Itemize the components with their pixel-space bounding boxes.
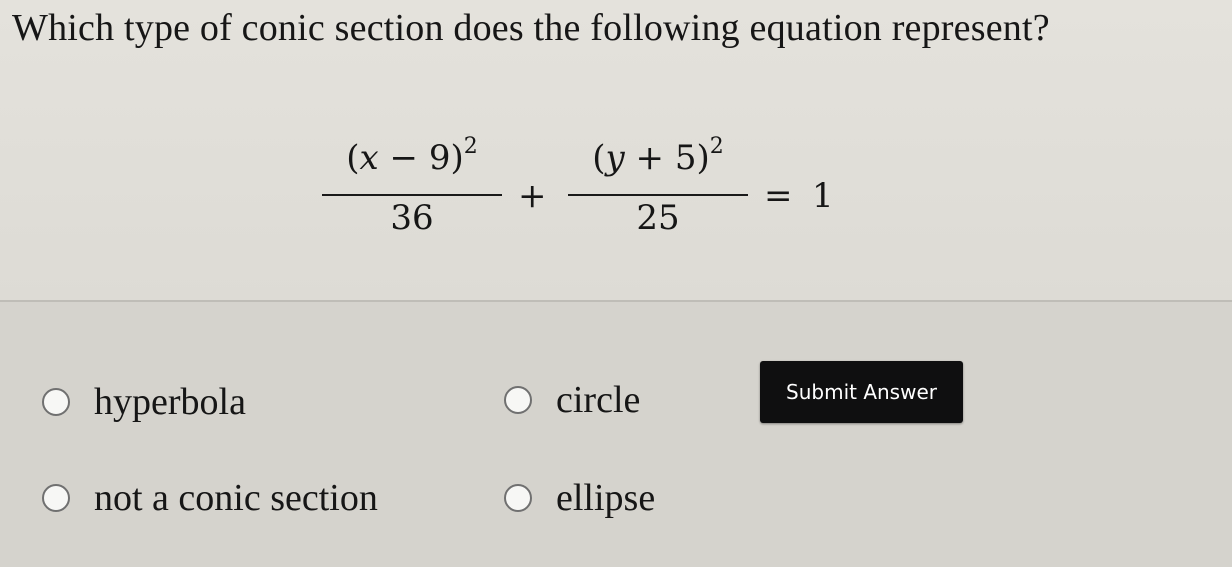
- fraction-x: (x − 9)2 36: [322, 134, 502, 250]
- var-x: x: [359, 138, 379, 178]
- fraction-y: (y + 5)2 25: [568, 134, 748, 250]
- question-panel: Which type of conic section does the fol…: [0, 0, 1232, 300]
- radio-circle[interactable]: [504, 386, 532, 414]
- fraction-y-numerator: (y + 5)2: [592, 134, 724, 179]
- radio-ellipse[interactable]: [504, 484, 532, 512]
- const-9: 9: [428, 138, 451, 178]
- radio-not-conic[interactable]: [42, 484, 70, 512]
- option-hyperbola[interactable]: hyperbola: [42, 380, 246, 424]
- option-ellipse[interactable]: ellipse: [504, 476, 655, 520]
- var-y: y: [605, 138, 625, 178]
- fraction-bar-x: [322, 194, 502, 196]
- question-text: Which type of conic section does the fol…: [12, 7, 1050, 49]
- option-not-conic[interactable]: not a conic section: [42, 476, 378, 520]
- fraction-x-denominator: 36: [390, 198, 434, 238]
- answers-panel: hyperbola circle not a conic section ell…: [0, 300, 1232, 567]
- option-label: circle: [556, 379, 641, 421]
- fraction-x-numerator: (x − 9)2: [346, 134, 478, 179]
- const-5: 5: [674, 138, 697, 178]
- exponent-y: 2: [709, 134, 724, 159]
- radio-hyperbola[interactable]: [42, 388, 70, 416]
- option-label: not a conic section: [94, 477, 378, 519]
- fraction-y-denominator: 25: [636, 198, 680, 238]
- submit-answer-button[interactable]: Submit Answer: [760, 361, 963, 423]
- plus-op: +: [635, 138, 665, 178]
- minus-sign: −: [389, 138, 419, 178]
- exponent-x: 2: [463, 134, 478, 159]
- option-circle[interactable]: circle: [504, 378, 640, 422]
- option-label: ellipse: [556, 477, 656, 519]
- fraction-bar-y: [568, 194, 748, 196]
- plus-sign: +: [518, 176, 547, 216]
- equals-sign: =: [764, 176, 793, 216]
- rhs-value: 1: [812, 176, 834, 216]
- option-label: hyperbola: [94, 381, 246, 423]
